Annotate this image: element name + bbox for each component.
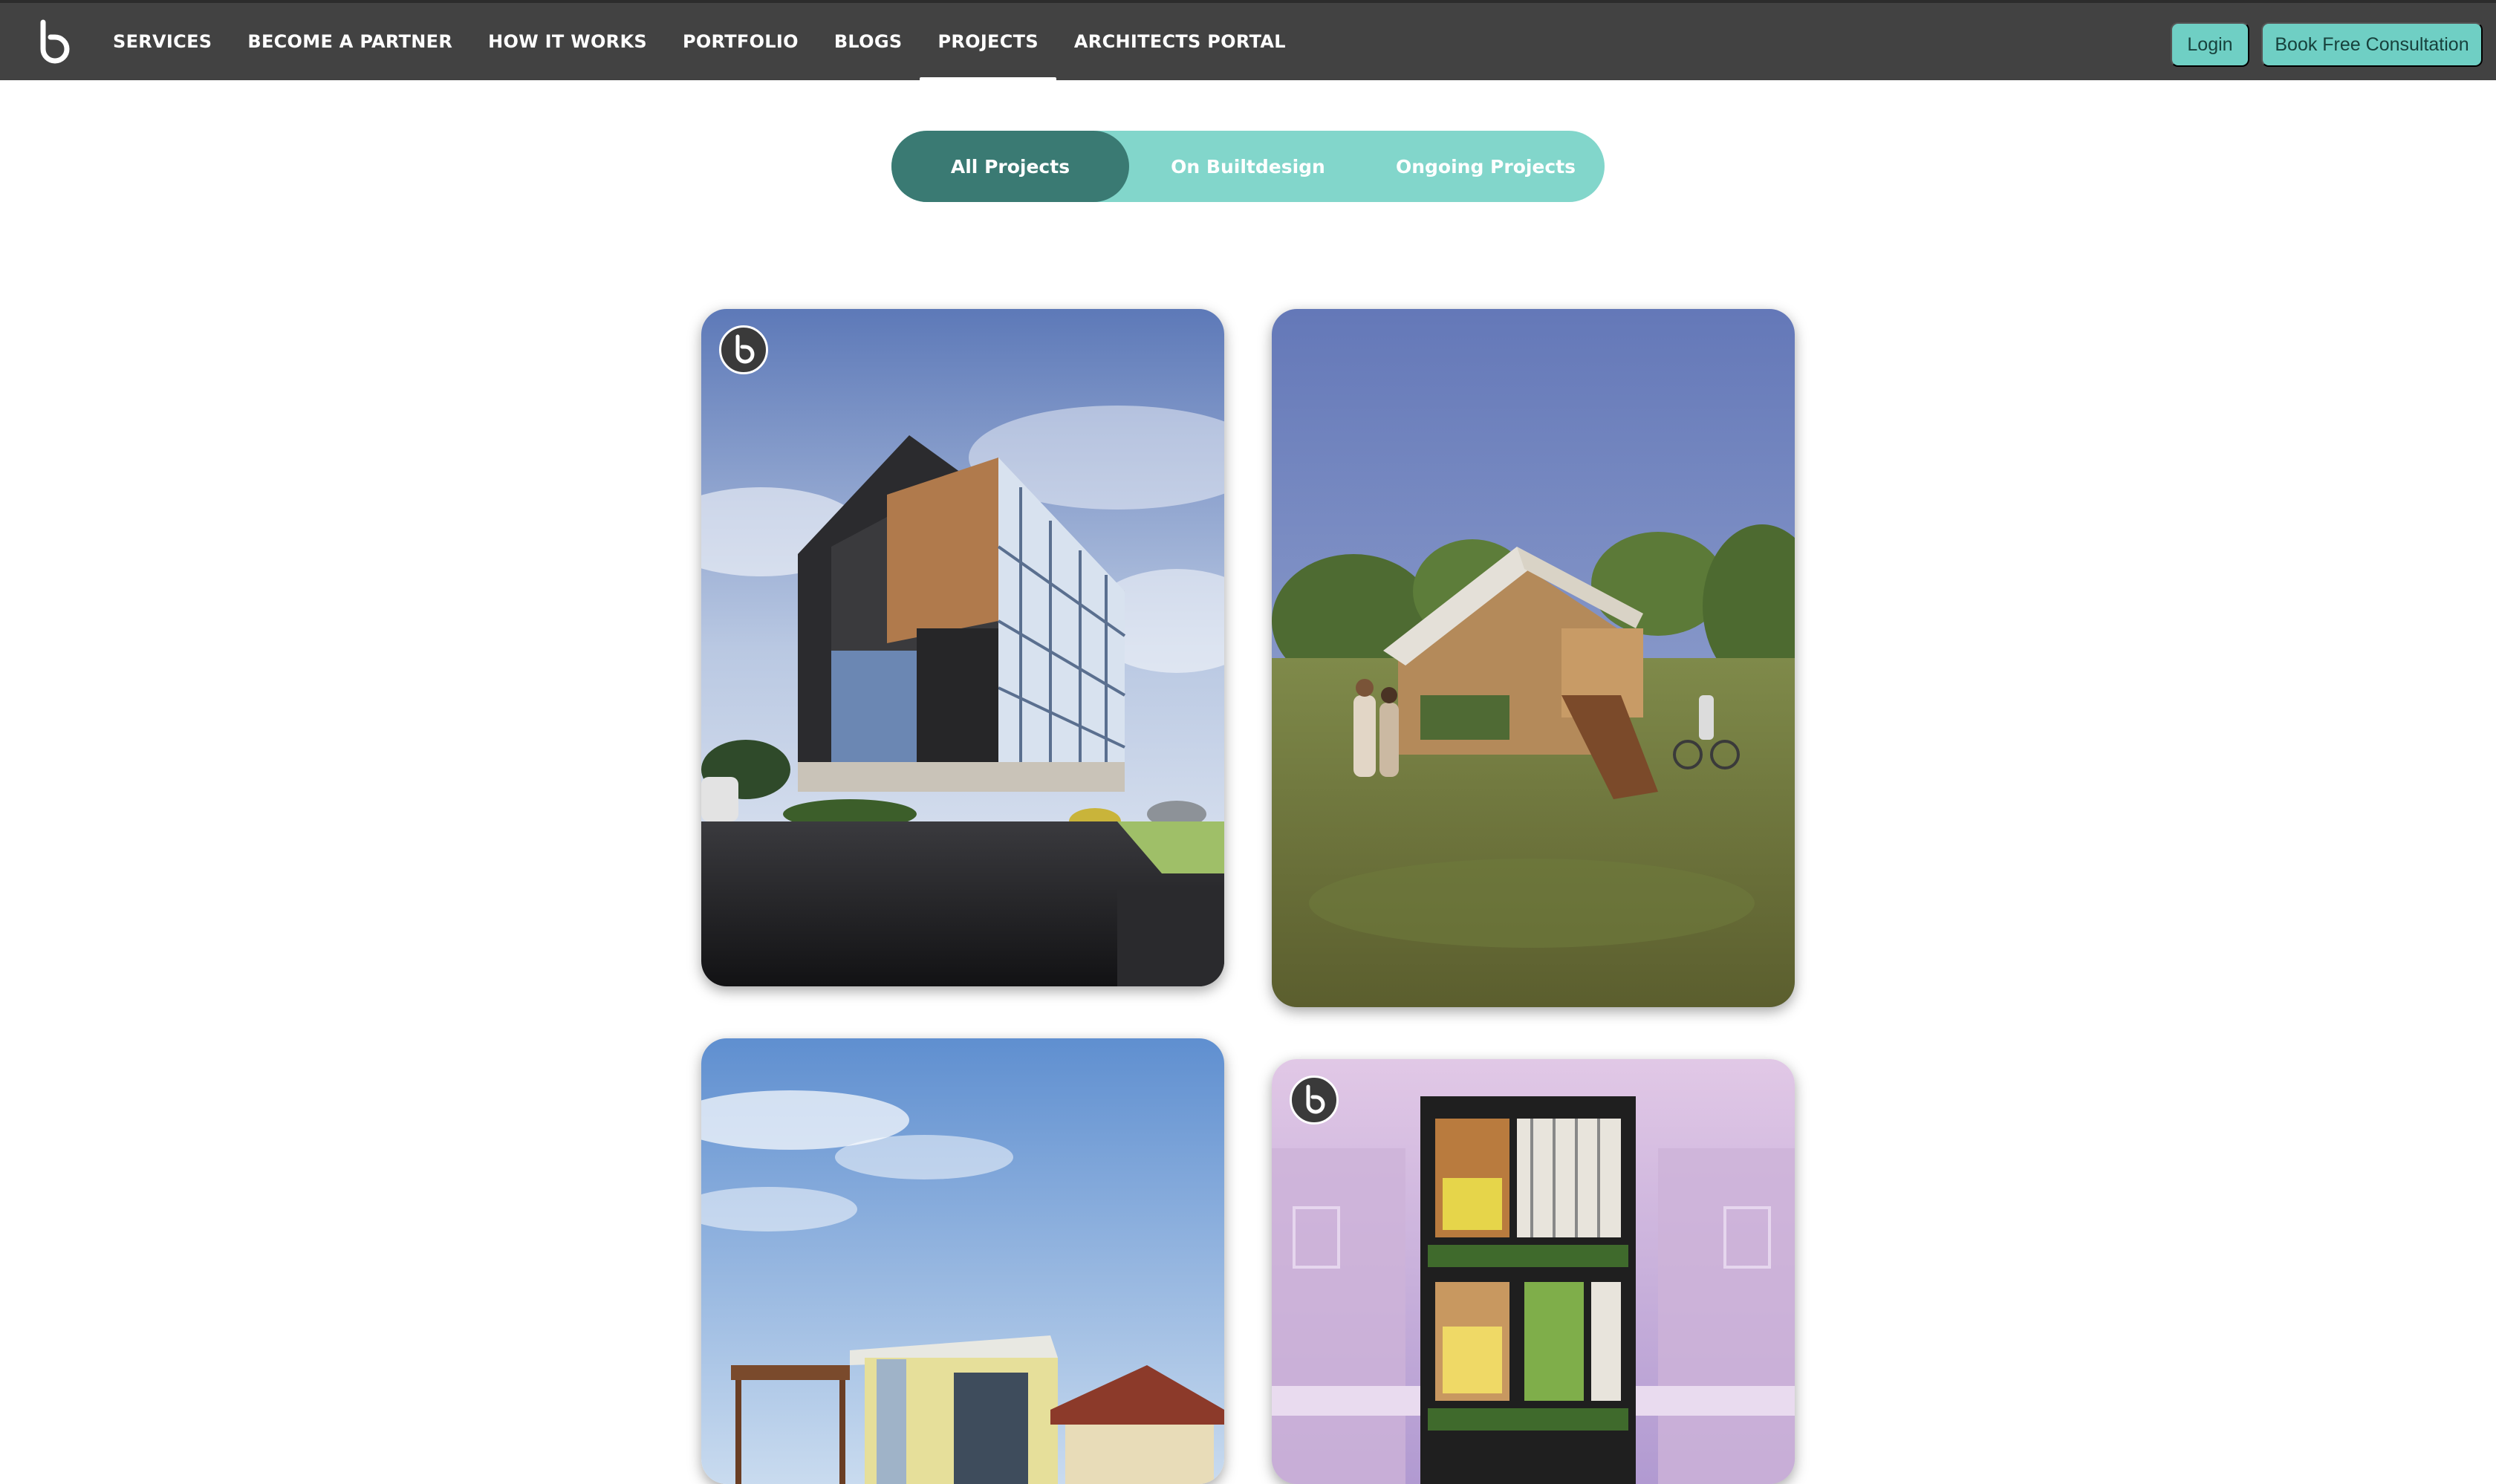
builtdesign-logo-icon[interactable] — [34, 19, 73, 67]
builtdesign-badge-icon — [719, 325, 768, 374]
main-nav: SERVICES BECOME A PARTNER HOW IT WORKS P… — [95, 3, 1304, 82]
nav-services[interactable]: SERVICES — [95, 3, 230, 80]
house-render-image — [701, 1038, 1224, 1484]
tab-on-builtdesign[interactable]: On Builtdesign — [1129, 131, 1367, 202]
project-card-hospital[interactable] — [701, 309, 1224, 986]
project-card-townhouse[interactable] — [1272, 1059, 1795, 1484]
top-navigation-bar: SERVICES BECOME A PARTNER HOW IT WORKS P… — [0, 0, 2496, 82]
hospital-render-image — [701, 309, 1224, 986]
nav-architects-portal[interactable]: ARCHITECTS PORTAL — [1056, 3, 1304, 80]
nav-projects[interactable]: PROJECTS — [920, 3, 1057, 82]
project-card-house[interactable] — [701, 1038, 1224, 1484]
townhouse-render-image — [1272, 1059, 1795, 1484]
cabin-render-image — [1272, 309, 1795, 1007]
builtdesign-badge-icon — [1290, 1075, 1339, 1125]
login-button[interactable]: Login — [2171, 22, 2249, 67]
nav-how-it-works[interactable]: HOW IT WORKS — [470, 3, 665, 80]
book-consultation-button[interactable]: Book Free Consultation — [2261, 22, 2483, 67]
project-filter-tabs: All Projects On Builtdesign Ongoing Proj… — [891, 131, 1605, 202]
tab-ongoing-projects[interactable]: Ongoing Projects — [1367, 131, 1605, 202]
nav-blogs[interactable]: BLOGS — [816, 3, 920, 80]
nav-become-a-partner[interactable]: BECOME A PARTNER — [230, 3, 470, 80]
tab-all-projects[interactable]: All Projects — [891, 131, 1129, 202]
nav-portfolio[interactable]: PORTFOLIO — [665, 3, 816, 80]
project-card-cabin[interactable] — [1272, 309, 1795, 1007]
